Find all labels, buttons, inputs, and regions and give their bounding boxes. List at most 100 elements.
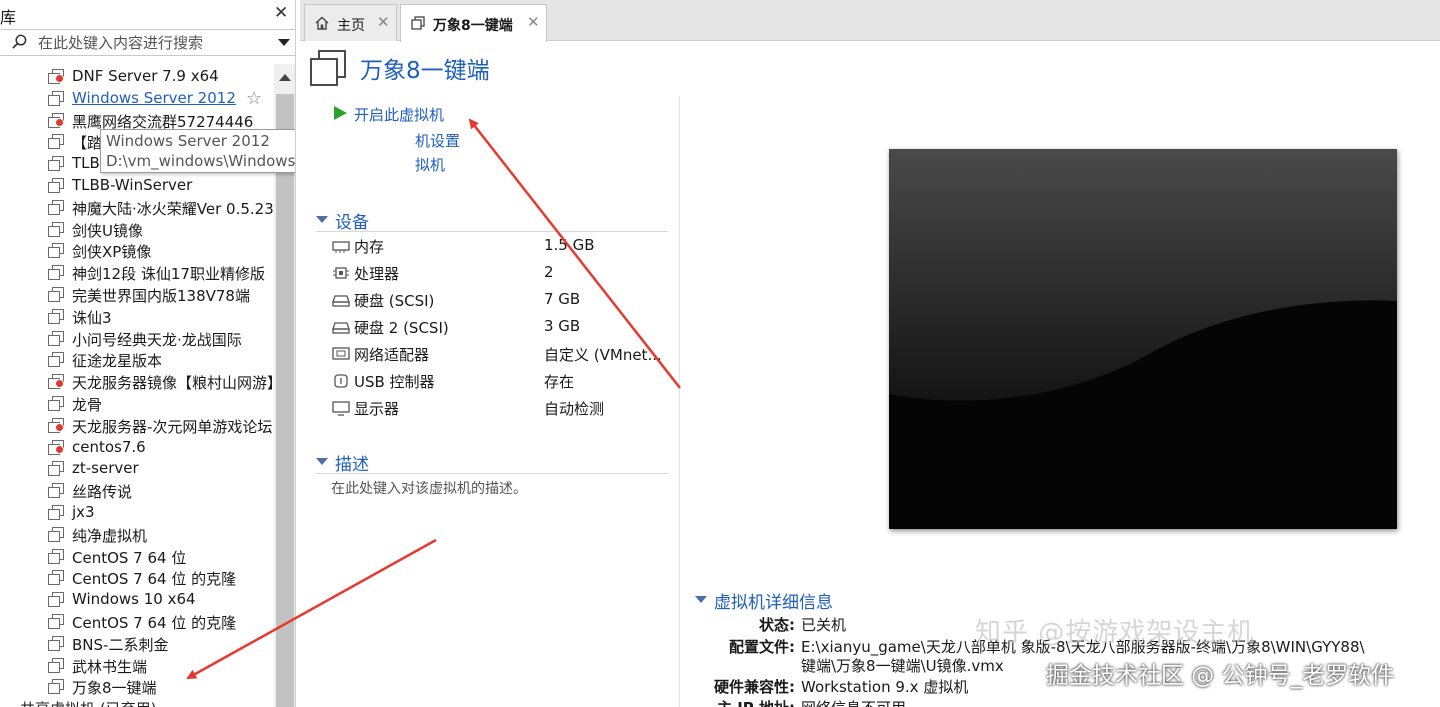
vm-list-item-label: 诛仙3 xyxy=(72,308,112,327)
vm-list-item-label: jx3 xyxy=(72,503,95,521)
device-row[interactable]: 网络适配器 自定义 (VMnet... xyxy=(330,342,670,366)
device-row[interactable]: 显示器 自动检测 xyxy=(330,396,670,420)
error-badge-icon xyxy=(55,74,64,83)
device-value: 自动检测 xyxy=(544,400,605,418)
vm-list-item-label: 黑鹰网络交流群57274446 xyxy=(72,112,254,131)
vm-list-item[interactable]: TLBB-WinServer xyxy=(48,174,274,196)
vm-list-item-label: TLBB-WinServer xyxy=(72,176,193,194)
vm-list-item[interactable]: 天龙服务器-次元网单游戏论坛 xyxy=(48,414,274,436)
vm-icon xyxy=(48,461,64,477)
details-section-header[interactable]: 虚拟机详细信息 xyxy=(695,588,1440,613)
vm-list-item[interactable]: 纯净虚拟机 xyxy=(48,523,274,545)
upgrade-vm-link[interactable]: 拟机 xyxy=(415,154,445,175)
watermark-juejin: 掘金技术社区 @ 公钟号_老罗软件 xyxy=(1046,663,1395,689)
vm-list-item[interactable]: CentOS 7 64 位 xyxy=(48,545,274,567)
vm-list-item-label: 征途龙星版本 xyxy=(72,352,163,371)
device-row[interactable]: 硬盘 (SCSI) 7 GB xyxy=(330,288,670,312)
device-row[interactable]: 内存 1.5 GB xyxy=(330,234,670,258)
vm-list-item[interactable]: 完美世界国内版138V78端 xyxy=(48,283,274,305)
tooltip-vm-path: D:\vm_windows\Windows Server 2012.vmx xyxy=(106,152,296,170)
vm-list-item[interactable]: BNS-二系刺金 xyxy=(48,632,274,654)
device-value: 3 GB xyxy=(544,317,581,335)
vm-list-item-label: 武林书生端 xyxy=(72,657,148,676)
device-name: 网络适配器 xyxy=(354,346,430,364)
vm-list-item-label: 天龙服务器镜像【粮村山网游】 xyxy=(72,374,274,393)
vm-list-item[interactable]: 征途龙星版本 xyxy=(48,348,274,370)
vm-list-item[interactable]: 黑鹰网络交流群57274446 xyxy=(48,109,274,131)
tab-home-close-icon[interactable]: ✕ xyxy=(377,13,390,31)
vm-list-item[interactable]: Windows 10 x64 xyxy=(48,588,274,610)
library-search-input[interactable] xyxy=(38,32,264,53)
vm-icon xyxy=(48,592,64,608)
vm-screen-preview[interactable] xyxy=(889,149,1397,529)
device-name: USB 控制器 xyxy=(354,373,435,391)
vm-list-item[interactable]: jx3 xyxy=(48,501,274,523)
edit-settings-link[interactable]: 机设置 xyxy=(415,130,460,151)
network-icon xyxy=(332,347,350,360)
search-icon xyxy=(12,34,27,49)
vm-list-item[interactable]: CentOS 7 64 位 的克隆 xyxy=(48,610,274,632)
library-title: 库 xyxy=(0,8,17,27)
vm-icon xyxy=(48,505,64,520)
vm-list-item[interactable]: centos7.6 xyxy=(48,436,274,458)
description-section-header[interactable]: 描述 xyxy=(316,450,668,475)
favorite-star-icon[interactable]: ☆ xyxy=(246,88,262,109)
device-row[interactable]: 硬盘 2 (SCSI) 3 GB xyxy=(330,315,670,339)
device-row[interactable]: 处理器 2 xyxy=(330,261,670,285)
vm-large-icon xyxy=(310,50,346,86)
devices-section-header[interactable]: 设备 xyxy=(316,208,668,233)
vm-list-item-label: 龙骨 xyxy=(72,396,103,414)
vm-list-item[interactable]: 剑侠U镜像 xyxy=(48,218,274,240)
detail-ip-key: 主 IP 地址: xyxy=(695,697,795,707)
vm-list-item-label: 万象8一键端 xyxy=(72,679,157,698)
tab-vm-close-icon[interactable]: ✕ xyxy=(527,13,540,31)
device-name: 处理器 xyxy=(354,265,400,283)
vm-list-item[interactable]: 小问号经典天龙·龙战国际 xyxy=(48,327,274,349)
library-search-box[interactable] xyxy=(0,29,295,56)
device-name: 显示器 xyxy=(354,400,400,418)
vm-list-item[interactable]: 万象8一键端 xyxy=(48,675,274,697)
vm-list-item-label: centos7.6 xyxy=(72,437,146,456)
page-title: 万象8一键端 xyxy=(360,58,490,84)
play-icon[interactable] xyxy=(334,106,347,120)
vm-list-item[interactable]: 武林书生端 xyxy=(48,654,274,676)
tab-bar: 主页 ✕ 万象8一键端 ✕ xyxy=(300,0,1440,42)
scroll-up-icon[interactable] xyxy=(279,74,291,81)
description-placeholder[interactable]: 在此处键入对该虚拟机的描述。 xyxy=(331,478,527,498)
power-on-link[interactable]: 开启此虚拟机 xyxy=(354,104,444,125)
error-badge-icon xyxy=(55,422,64,432)
vm-list-item[interactable]: DNF Server 7.9 x64 xyxy=(48,65,274,87)
cpu-icon xyxy=(333,267,349,279)
vm-list-item[interactable]: 神剑12段 诛仙17职业精修版 xyxy=(48,261,274,283)
device-value: 2 xyxy=(544,263,554,281)
devices-title: 设备 xyxy=(335,213,369,233)
device-value: 1.5 GB xyxy=(544,236,595,254)
tab-home[interactable]: 主页 ✕ xyxy=(304,4,397,41)
search-dropdown-icon[interactable] xyxy=(278,39,290,46)
vm-list-item-label: 完美世界国内版138V78端 xyxy=(72,287,250,305)
vm-list-item[interactable]: 天龙服务器镜像【粮村山网游】 xyxy=(48,370,274,392)
vm-title-bar: 万象8一键端 xyxy=(300,41,1440,96)
vm-list-item[interactable]: 丝路传说 xyxy=(48,479,274,501)
vm-list-item[interactable]: zt-server xyxy=(48,457,274,479)
device-name: 内存 xyxy=(354,238,385,256)
detail-ip-value: 网络信息不可用 xyxy=(801,697,906,707)
collapse-caret-icon xyxy=(316,216,328,223)
vm-tab-icon xyxy=(411,16,425,30)
scrollbar-thumb[interactable] xyxy=(276,94,294,707)
vm-icon xyxy=(48,657,64,673)
library-close-icon[interactable]: ✕ xyxy=(274,3,288,23)
tab-vm[interactable]: 万象8一键端 ✕ xyxy=(400,4,547,42)
vm-list-item[interactable]: CentOS 7 64 位 的克隆 xyxy=(48,566,274,588)
vm-list-item[interactable]: 诛仙3 xyxy=(48,305,274,327)
vm-icon xyxy=(48,308,64,324)
device-row[interactable]: USB 控制器 存在 xyxy=(330,369,670,393)
vm-list-item-label: Windows 10 x64 xyxy=(72,590,196,609)
vm-list-item[interactable]: 剑侠XP镜像 xyxy=(48,239,274,261)
vm-summary-column: 开启此虚拟机 机设置 拟机 设备 内存 1.5 GB 处理器 2 硬盘 (SCSI) 7 … xyxy=(300,96,680,707)
shared-vms-node[interactable]: 共享虚拟机 (已弃用) xyxy=(20,698,156,707)
usb-icon xyxy=(334,374,348,388)
vm-list-item[interactable]: 神魔大陆·冰火荣耀Ver 0.5.23 xyxy=(48,196,274,218)
vm-list-item[interactable]: 龙骨 xyxy=(48,392,274,414)
vm-list-item[interactable]: Windows Server 2012 xyxy=(48,87,274,109)
